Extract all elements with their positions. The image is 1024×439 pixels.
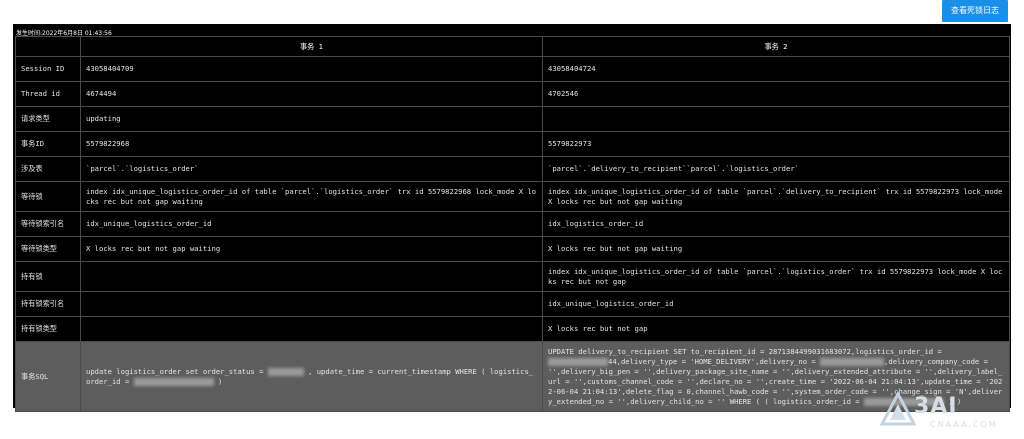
table-row: 持有锁 index idx_unique_logistics_order_id … [15, 261, 1010, 292]
watermark-subtext: CNAAA.COM [930, 420, 998, 429]
row-label: 事务ID [15, 131, 81, 157]
view-deadlock-log-button[interactable]: 查看死锁日志 [942, 0, 1008, 22]
redacted-value [820, 357, 885, 366]
tx1-sql: update logistics_order set order_status … [80, 341, 543, 412]
sql-text: update logistics_order set order_status … [86, 366, 268, 376]
row-label: 请求类型 [15, 106, 81, 132]
column-header-tx2: 事务 2 [542, 36, 1010, 57]
site-watermark: 3AI CNAAA.COM [878, 388, 1013, 434]
tx2-value: idx_logistics_order_id [542, 211, 1010, 237]
tx2-value: X locks rec but not gap [542, 316, 1010, 342]
tx2-value [542, 106, 1010, 132]
row-label: Session ID [15, 56, 81, 82]
row-label: 等待锁索引名 [15, 211, 81, 237]
header-label-cell [15, 36, 81, 57]
table-row: Session ID 43058404709 43058404724 [15, 56, 1010, 82]
tx2-value: index idx_unique_logistics_order_id of t… [542, 261, 1010, 292]
tx1-value [80, 316, 543, 342]
tx1-value [80, 261, 543, 292]
tx2-value: 5579822973 [542, 131, 1010, 157]
row-label: Thread id [15, 81, 81, 107]
row-label: 等待锁类型 [15, 236, 81, 262]
sql-text: ) [213, 376, 223, 386]
tx1-value: index idx_unique_logistics_order_id of t… [80, 181, 543, 212]
row-label: 持有锁 [15, 261, 81, 292]
table-row-sql: 事务SQL update logistics_order set order_s… [15, 341, 1010, 412]
table-row: 等待锁 index idx_unique_logistics_order_id … [15, 181, 1010, 212]
table-row: Thread id 4674494 4702546 [15, 81, 1010, 107]
row-label: 涉及表 [15, 156, 81, 182]
tx1-value: 5579822968 [80, 131, 543, 157]
redacted-value [548, 357, 608, 366]
tx2-value: 4702546 [542, 81, 1010, 107]
transaction-comparison-table: 事务 1 事务 2 Session ID 43058404709 4305840… [15, 36, 1010, 412]
watermark-logo-icon [879, 390, 917, 426]
row-label: 持有锁索引名 [15, 291, 81, 317]
row-label: 事务SQL [15, 341, 81, 412]
tx1-value [80, 291, 543, 317]
column-header-tx1: 事务 1 [80, 36, 543, 57]
table-header-row: 事务 1 事务 2 [15, 36, 1010, 57]
tx1-value: `parcel`.`logistics_order` [80, 156, 543, 182]
table-row: 请求类型 updating [15, 106, 1010, 132]
tx2-value: 43058404724 [542, 56, 1010, 82]
table-row: 持有锁类型 X locks rec but not gap [15, 316, 1010, 342]
table-row: 等待锁类型 X locks rec but not gap waiting X … [15, 236, 1010, 262]
redacted-value [267, 367, 304, 376]
table-row: 等待锁索引名 idx_unique_logistics_order_id idx… [15, 211, 1010, 237]
deadlock-detail-panel: 发生时间:2022年6月8日 01:43:56 事务 1 事务 2 Sessio… [13, 24, 1011, 412]
table-row: 事务ID 5579822968 5579822973 [15, 131, 1010, 157]
tx1-value: updating [80, 106, 543, 132]
redacted-value [133, 377, 214, 386]
tx2-value: `parcel`.`delivery_to_recipient``parcel`… [542, 156, 1010, 182]
tx1-value: 4674494 [80, 81, 543, 107]
watermark-text: 3AI [914, 394, 958, 419]
table-row: 涉及表 `parcel`.`logistics_order` `parcel`.… [15, 156, 1010, 182]
sql-text: UPDATE delivery_to_recipient SET to_reci… [548, 346, 942, 356]
tx1-value: 43058404709 [80, 56, 543, 82]
table-row: 持有锁索引名 idx_unique_logistics_order_id [15, 291, 1010, 317]
tx2-value: X locks rec but not gap waiting [542, 236, 1010, 262]
tx1-value: idx_unique_logistics_order_id [80, 211, 543, 237]
sql-text: 44,delivery_type = 'HOME_DELIVERY',deliv… [608, 356, 821, 366]
row-label: 持有锁类型 [15, 316, 81, 342]
row-label: 等待锁 [15, 181, 81, 212]
tx2-value: index idx_unique_logistics_order_id of t… [542, 181, 1010, 212]
tx1-value: X locks rec but not gap waiting [80, 236, 543, 262]
tx2-value: idx_unique_logistics_order_id [542, 291, 1010, 317]
